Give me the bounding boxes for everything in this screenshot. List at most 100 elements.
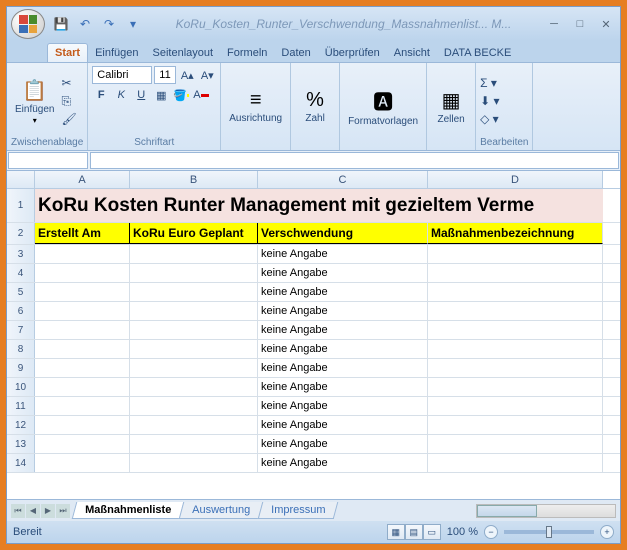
cell[interactable] [35,264,130,282]
name-box[interactable] [8,152,88,169]
row-header[interactable]: 4 [7,264,35,282]
formula-input[interactable] [90,152,619,169]
col-header[interactable]: C [258,171,428,188]
save-icon[interactable]: 💾 [51,14,71,34]
zoom-in-button[interactable]: + [600,525,614,539]
office-button[interactable] [11,9,45,39]
minimize-button[interactable]: ─ [544,16,564,32]
border-icon[interactable]: ▦ [152,86,170,104]
row-header[interactable]: 8 [7,340,35,358]
italic-button[interactable]: K [112,86,130,104]
select-all-corner[interactable] [7,171,35,188]
font-color-icon[interactable]: A [192,86,210,104]
prev-sheet-icon[interactable]: ◀ [26,504,40,518]
tab-ueberpruefen[interactable]: Überprüfen [318,44,387,62]
row-header[interactable]: 9 [7,359,35,377]
row-header[interactable]: 6 [7,302,35,320]
cell[interactable]: keine Angabe [258,454,428,472]
cell[interactable] [130,397,258,415]
undo-icon[interactable]: ↶ [75,14,95,34]
cell[interactable] [130,264,258,282]
underline-button[interactable]: U [132,86,150,104]
tab-formeln[interactable]: Formeln [220,44,274,62]
cell[interactable] [35,359,130,377]
cell[interactable] [428,416,603,434]
cell[interactable] [35,340,130,358]
horizontal-scrollbar[interactable] [476,504,616,518]
view-pagelayout-icon[interactable]: ▤ [405,524,423,540]
tab-einfuegen[interactable]: Einfügen [88,44,145,62]
cell[interactable]: keine Angabe [258,340,428,358]
row-header[interactable]: 2 [7,223,35,244]
zoom-thumb[interactable] [546,526,552,538]
fill-icon[interactable]: ⬇ ▾ [480,93,499,109]
tab-seitenlayout[interactable]: Seitenlayout [146,44,221,62]
format-painter-icon[interactable]: 🖌 [61,111,76,127]
cell[interactable] [428,340,603,358]
cell[interactable] [130,378,258,396]
cells-button[interactable]: ▦ Zellen [431,86,471,127]
sheet-tab-massnahmenliste[interactable]: Maßnahmenliste [72,502,185,519]
last-sheet-icon[interactable]: ⏭ [56,504,70,518]
row-header[interactable]: 3 [7,245,35,263]
cell[interactable] [428,454,603,472]
maximize-button[interactable]: □ [570,16,590,32]
cell[interactable] [35,416,130,434]
zoom-level[interactable]: 100 % [447,526,478,538]
row-header[interactable]: 11 [7,397,35,415]
next-sheet-icon[interactable]: ▶ [41,504,55,518]
cell[interactable] [35,245,130,263]
row-header[interactable]: 1 [7,189,35,222]
cell[interactable]: keine Angabe [258,321,428,339]
row-header[interactable]: 10 [7,378,35,396]
header-cell[interactable]: KoRu Euro Geplant [130,223,258,244]
paste-button[interactable]: 📋 Einfügen ▾ [11,76,58,127]
cell[interactable] [35,435,130,453]
sheet-tab-impressum[interactable]: Impressum [258,502,339,519]
cell[interactable] [130,283,258,301]
tab-databecke[interactable]: DATA BECKE [437,44,518,62]
cell[interactable]: keine Angabe [258,397,428,415]
cell[interactable] [428,378,603,396]
cell[interactable] [130,454,258,472]
clear-icon[interactable]: ◇ ▾ [480,111,499,127]
col-header[interactable]: A [35,171,130,188]
scrollbar-thumb[interactable] [477,505,537,517]
cell[interactable]: keine Angabe [258,416,428,434]
cell[interactable] [130,359,258,377]
cell[interactable] [428,264,603,282]
zoom-slider[interactable] [504,530,594,534]
zoom-out-button[interactable]: − [484,525,498,539]
cell[interactable] [35,397,130,415]
cell[interactable]: keine Angabe [258,359,428,377]
font-name-select[interactable]: Calibri [92,66,152,84]
row-header[interactable]: 13 [7,435,35,453]
cell[interactable] [130,321,258,339]
cell[interactable] [428,359,603,377]
number-button[interactable]: % Zahl [295,87,335,126]
cell[interactable] [130,302,258,320]
cell[interactable] [130,245,258,263]
cell[interactable] [35,454,130,472]
header-cell[interactable]: Erstellt Am [35,223,130,244]
cell[interactable] [428,321,603,339]
alignment-button[interactable]: ≡ Ausrichtung [225,87,286,126]
styles-button[interactable]: 🅰 Formatvorlagen [344,84,422,129]
cell[interactable] [130,435,258,453]
bold-button[interactable]: F [92,86,110,104]
cell[interactable] [35,283,130,301]
cut-icon[interactable]: ✂ [61,75,76,91]
autosum-icon[interactable]: Σ ▾ [480,75,499,91]
tab-start[interactable]: Start [47,43,88,62]
close-button[interactable]: ✕ [596,16,616,32]
cell[interactable] [35,378,130,396]
cell[interactable] [428,435,603,453]
header-cell[interactable]: Maßnahmenbezeichnung [428,223,603,244]
cell[interactable] [130,416,258,434]
cell[interactable]: keine Angabe [258,283,428,301]
header-cell[interactable]: Verschwendung [258,223,428,244]
cell[interactable] [428,283,603,301]
cell[interactable] [35,302,130,320]
redo-icon[interactable]: ↷ [99,14,119,34]
copy-icon[interactable]: ⎘ [61,93,76,109]
